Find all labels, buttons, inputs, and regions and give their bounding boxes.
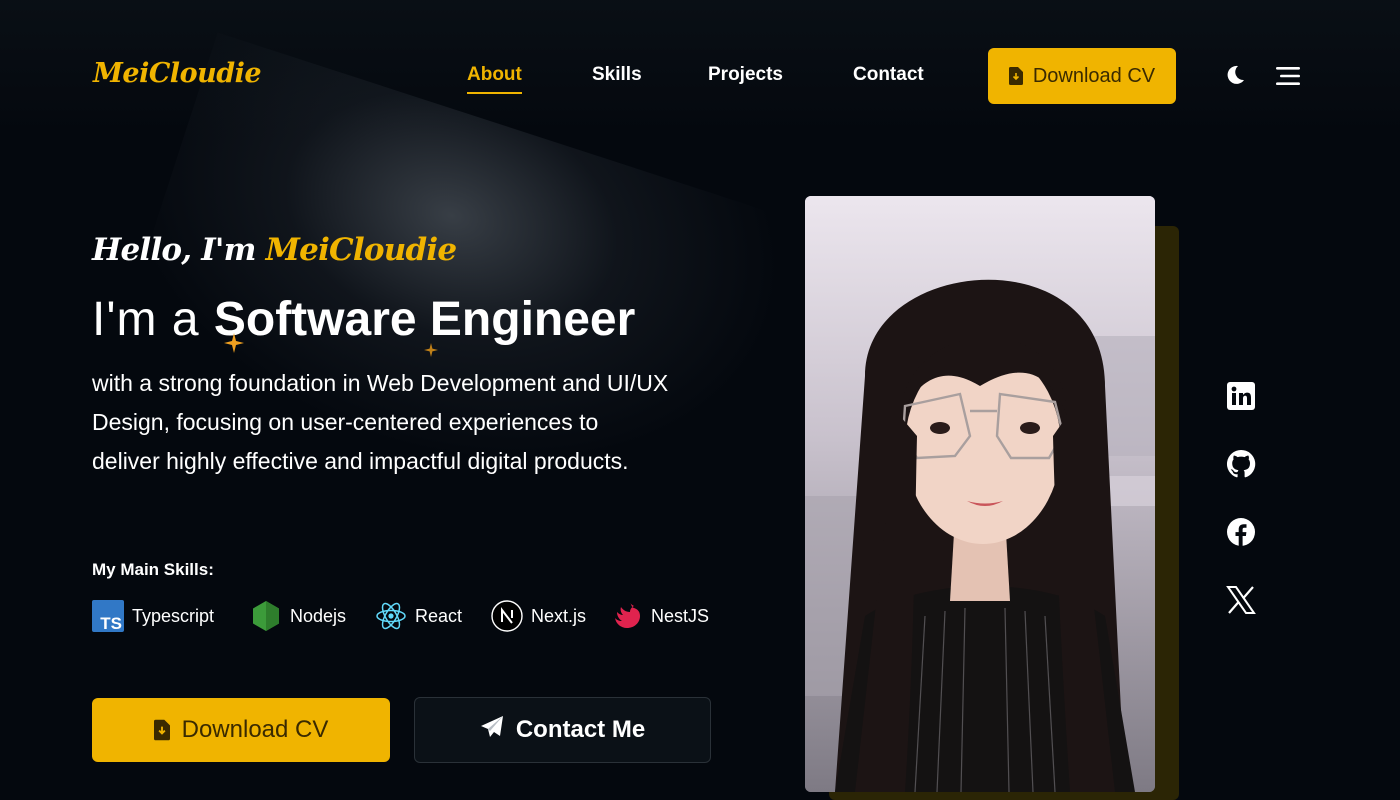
nav-skills[interactable]: Skills <box>592 64 642 86</box>
sparkle-icon <box>224 333 244 353</box>
skill-react: React <box>375 600 462 632</box>
download-cv-header-label: Download CV <box>1032 64 1156 87</box>
nav-contact[interactable]: Contact <box>853 64 924 86</box>
download-cv-header-button[interactable]: Download CV <box>988 48 1176 104</box>
greeting: Hello, I'm MeiCloudie <box>92 232 457 268</box>
portrait-illustration <box>805 196 1155 792</box>
skill-name: Next.js <box>531 605 587 626</box>
download-cv-button[interactable]: Download CV <box>92 698 390 762</box>
react-icon <box>375 600 407 632</box>
facebook-icon[interactable] <box>1226 517 1256 551</box>
nodejs-icon <box>250 600 282 632</box>
skill-name: NestJS <box>651 605 710 626</box>
file-download-icon <box>1008 67 1023 85</box>
paper-plane-icon <box>480 715 504 746</box>
skill-name: Nodejs <box>290 605 347 626</box>
hamburger-menu-icon[interactable] <box>1276 66 1300 90</box>
profile-photo <box>805 196 1155 792</box>
hero-description: with a strong foundation in Web Developm… <box>92 370 669 474</box>
nav-about[interactable]: About <box>467 64 522 94</box>
file-download-icon <box>153 719 170 741</box>
nestjs-icon <box>611 600 643 632</box>
skill-nestjs: NestJS <box>611 600 709 632</box>
skill-name: React <box>415 605 463 626</box>
nextjs-icon <box>491 600 523 632</box>
github-icon[interactable] <box>1226 449 1256 483</box>
typescript-icon: TS <box>92 600 124 632</box>
headline: I'm a Software Engineer <box>92 292 635 347</box>
skill-typescript: TS Typescript <box>92 600 214 632</box>
headline-role: Software Engineer <box>213 293 636 346</box>
linkedin-icon[interactable] <box>1226 381 1256 415</box>
skill-nextjs: Next.js <box>491 600 586 632</box>
nav-projects[interactable]: Projects <box>708 64 783 86</box>
contact-me-button[interactable]: Contact Me <box>414 697 711 763</box>
page: MeiCloudie About Skills Projects Contact… <box>0 0 1400 800</box>
greeting-prefix: Hello, I'm <box>92 232 266 268</box>
skills-title: My Main Skills: <box>92 560 214 579</box>
svg-text:TS: TS <box>100 614 122 632</box>
contact-me-label: Contact Me <box>515 716 646 743</box>
site-logo[interactable]: MeiCloudie <box>93 58 262 89</box>
download-cv-label: Download CV <box>181 716 329 743</box>
sparkle-icon <box>424 343 438 357</box>
greeting-name: MeiCloudie <box>265 232 457 268</box>
skill-name: Typescript <box>132 605 215 626</box>
headline-prefix: I'm a <box>92 293 214 346</box>
moon-icon[interactable] <box>1224 64 1246 90</box>
x-icon[interactable] <box>1226 585 1256 619</box>
skill-nodejs: Nodejs <box>250 600 346 632</box>
